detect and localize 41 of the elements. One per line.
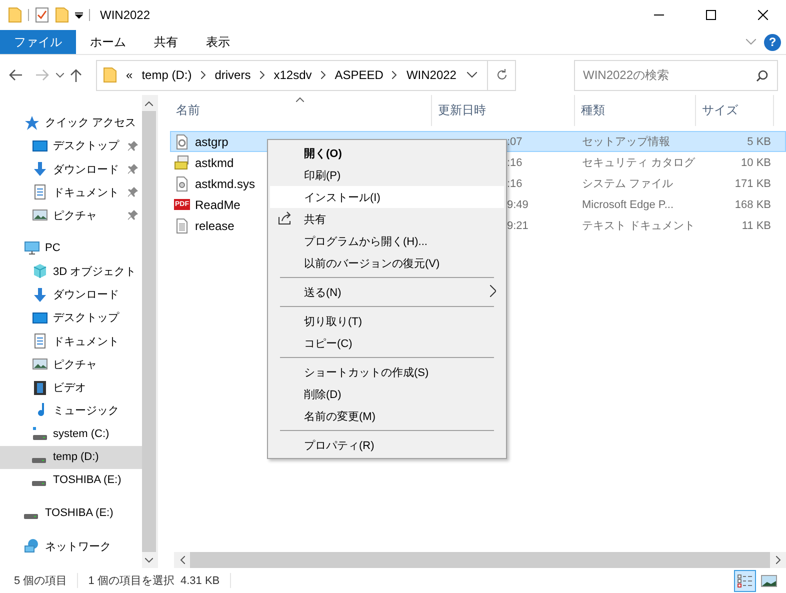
table-cell-text: 9:21 — [506, 220, 530, 232]
sidebar-label: ドキュメント — [53, 334, 120, 349]
file-name: astgrp — [195, 134, 228, 148]
table-cell-text: 5 KB — [746, 136, 772, 148]
sidebar-label: クイック アクセス — [45, 116, 138, 130]
table-cell-text: 11 KB — [740, 220, 772, 232]
sidebar-label: TOSHIBA (E:) — [53, 474, 122, 486]
sidebar-label: デスクトップ — [53, 310, 120, 326]
sidebar-label: temp (D:) — [53, 451, 100, 464]
file-name: astkmd — [195, 156, 234, 170]
table-cell-text: 10 KB — [740, 156, 772, 168]
status-text: 1 個の項目を選択 4.31 KB — [88, 573, 231, 588]
table-cell-text: テキスト ドキュメント — [581, 219, 696, 233]
table-cell-text: 171 KB — [734, 178, 772, 190]
sidebar-label: ネットワーク — [45, 540, 112, 554]
sidebar-label: ダウンロード — [53, 162, 120, 176]
table-cell-text: システム ファイル — [581, 177, 674, 191]
sidebar-label: ビデオ — [53, 381, 87, 395]
file-name: release — [195, 218, 234, 232]
sidebar-label: ドキュメント — [53, 186, 120, 200]
table-cell-text: :16 — [506, 178, 524, 190]
table-cell-text: Microsoft Edge P... — [581, 198, 675, 210]
sidebar-label: ピクチャ — [53, 208, 98, 223]
sidebar-label: ミュージック — [53, 404, 120, 418]
sidebar-label: デスクトップ — [53, 138, 120, 154]
sidebar-label: 3D オブジェクト — [53, 264, 138, 279]
table-cell-text: :16 — [506, 156, 524, 168]
table-cell-text: 9:49 — [506, 198, 530, 210]
file-name: ReadMe — [195, 198, 240, 212]
sidebar-label: PC — [45, 242, 62, 254]
sidebar-label: system (C:) — [53, 428, 110, 440]
file-name: astkmd.sys — [195, 176, 256, 190]
status-text: 5 個の項目 — [14, 573, 78, 588]
sidebar-label: TOSHIBA (E:) — [45, 507, 114, 520]
window-title: WIN2022 — [100, 8, 152, 22]
table-cell-text: セキュリティ カタログ — [581, 156, 696, 170]
table-cell-text: 168 KB — [734, 198, 772, 210]
sidebar-label: ダウンロード — [53, 288, 120, 302]
table-cell-text: セットアップ情報 — [581, 134, 671, 149]
sidebar-label: ピクチャ — [53, 358, 98, 372]
table-cell-text: :07 — [506, 136, 524, 148]
